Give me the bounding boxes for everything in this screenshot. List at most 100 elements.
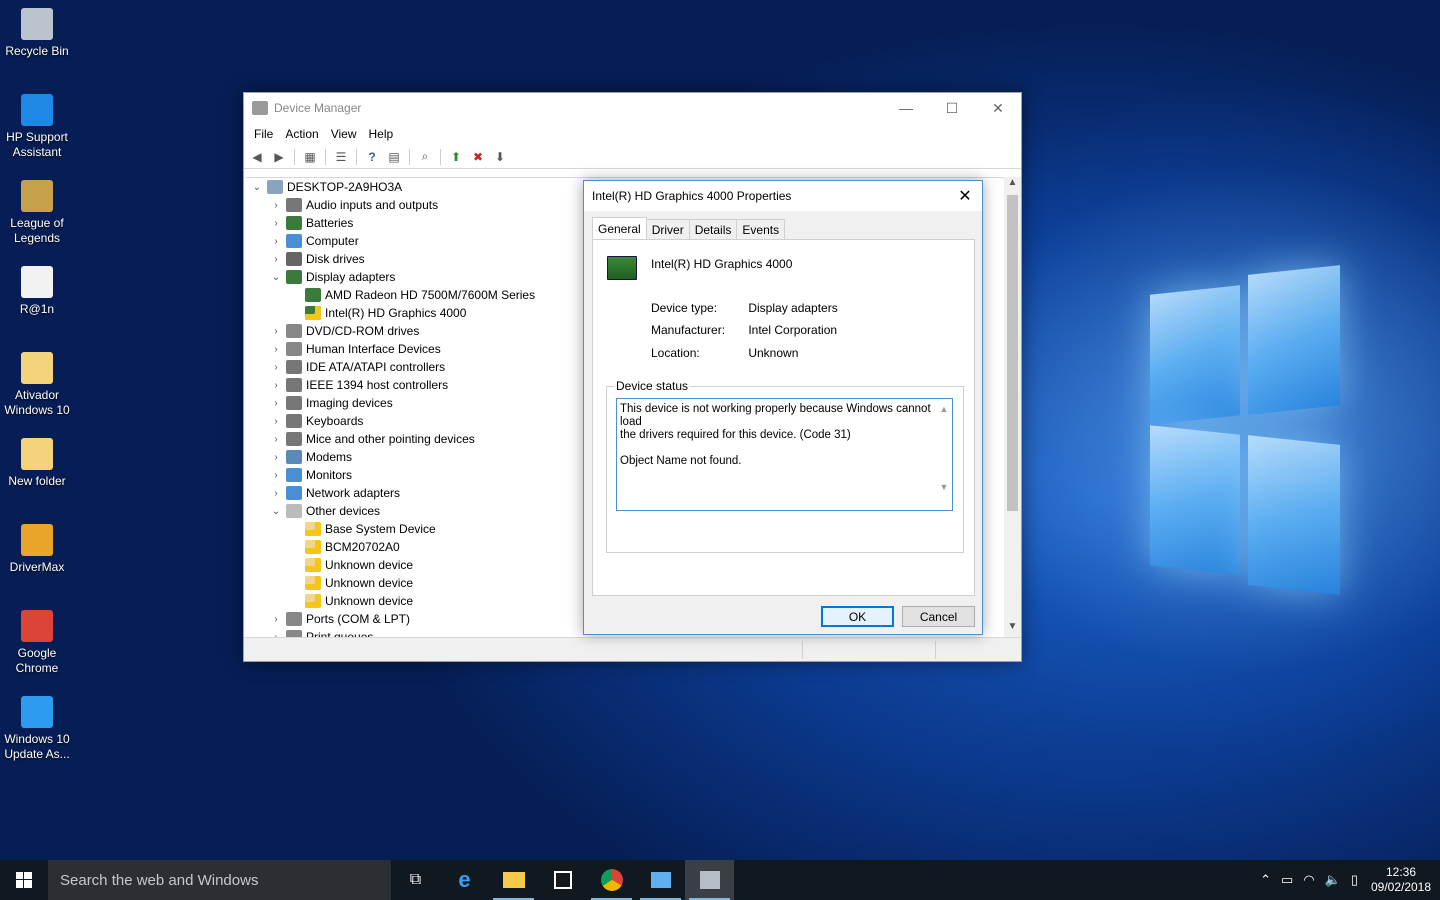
- chevron-down-icon[interactable]: ⌄: [250, 182, 264, 193]
- device-category-icon: [305, 288, 321, 302]
- desktop-shortcut-label: Recycle Bin: [5, 44, 69, 58]
- device-warning-icon: [305, 522, 321, 536]
- device-category-icon: [286, 198, 302, 212]
- chevron-down-icon[interactable]: ⌄: [269, 506, 283, 517]
- control-panel-taskbar-icon[interactable]: [636, 860, 685, 900]
- chrome-taskbar-icon[interactable]: [587, 860, 636, 900]
- update-driver-icon[interactable]: ⬆: [447, 149, 465, 165]
- help-icon[interactable]: ?: [363, 149, 381, 165]
- dialog-titlebar[interactable]: Intel(R) HD Graphics 4000 Properties ✕: [584, 181, 982, 211]
- desktop-shortcut[interactable]: New folder: [0, 438, 74, 489]
- scroll-up-icon[interactable]: ▲: [1004, 177, 1021, 193]
- back-arrow-icon[interactable]: ◀: [248, 149, 266, 165]
- tree-item-label: Unknown device: [325, 576, 414, 590]
- windows-start-icon: [16, 872, 32, 888]
- device-type-row: Device type: Display adapters: [651, 301, 838, 315]
- tab-general[interactable]: General: [592, 217, 647, 240]
- dialog-close-button[interactable]: ✕: [948, 186, 982, 206]
- text-file-icon: [21, 266, 53, 298]
- desktop-shortcut-label: HP Support: [6, 130, 68, 144]
- general-tab-panel: Intel(R) HD Graphics 4000 Device type: D…: [592, 239, 975, 596]
- tree-item-label: Network adapters: [306, 486, 401, 500]
- desktop-shortcut[interactable]: Google Chrome: [0, 610, 74, 676]
- desktop-shortcut[interactable]: HP Support Assistant: [0, 94, 74, 160]
- properties-icon[interactable]: ☰: [332, 149, 350, 165]
- maximize-button[interactable]: ☐: [929, 93, 975, 123]
- location-value: Unknown: [748, 346, 799, 360]
- tab-details[interactable]: Details: [688, 219, 738, 240]
- menu-help[interactable]: Help: [363, 127, 400, 141]
- chevron-right-icon[interactable]: ›: [269, 326, 283, 337]
- status-scrollbar[interactable]: ▲ ▼: [939, 403, 949, 506]
- device-status-textbox[interactable]: This device is not working properly beca…: [616, 398, 953, 511]
- tree-item-label: Imaging devices: [306, 396, 393, 410]
- desktop-shortcut[interactable]: Ativador Windows 10: [0, 352, 74, 418]
- desktop-shortcut-label-line2: Chrome: [15, 661, 59, 675]
- chevron-right-icon[interactable]: ›: [269, 614, 283, 625]
- show-hide-console-tree-icon[interactable]: ▦: [301, 149, 319, 165]
- manufacturer-value: Intel Corporation: [748, 323, 838, 337]
- action-center-icon[interactable]: ▯: [1351, 872, 1358, 888]
- desktop-shortcut-label-line2: Update As...: [4, 747, 70, 761]
- store-taskbar-icon[interactable]: [538, 860, 587, 900]
- desktop-shortcut[interactable]: League of Legends: [0, 180, 74, 246]
- desktop-shortcut[interactable]: R@1n: [0, 266, 74, 317]
- chevron-right-icon[interactable]: ›: [269, 362, 283, 373]
- taskbar-search-box[interactable]: Search the web and Windows: [48, 860, 391, 900]
- tree-item-label: Print queues: [306, 630, 374, 637]
- forward-arrow-icon[interactable]: ▶: [270, 149, 288, 165]
- menu-view[interactable]: View: [325, 127, 363, 141]
- task-view-button[interactable]: ⧉: [391, 860, 440, 900]
- scan-hardware-icon[interactable]: ⌕: [416, 149, 434, 165]
- window-title: Device Manager: [274, 101, 362, 115]
- tree-item-label: DVD/CD-ROM drives: [306, 324, 420, 338]
- chevron-right-icon[interactable]: ›: [269, 236, 283, 247]
- enable-device-icon[interactable]: ⬇: [491, 149, 509, 165]
- scroll-thumb[interactable]: [1007, 195, 1018, 511]
- chevron-right-icon[interactable]: ›: [269, 452, 283, 463]
- desktop-shortcut[interactable]: DriverMax: [0, 524, 74, 575]
- chevron-right-icon[interactable]: ›: [269, 398, 283, 409]
- chevron-right-icon[interactable]: ›: [269, 218, 283, 229]
- desktop-shortcut-label: Windows 10: [4, 732, 70, 746]
- action-pane-icon[interactable]: ▤: [385, 149, 403, 165]
- uninstall-device-icon[interactable]: ✖: [469, 149, 487, 165]
- menu-action[interactable]: Action: [279, 127, 324, 141]
- tree-scrollbar[interactable]: ▲ ▼: [1004, 177, 1021, 637]
- start-button[interactable]: [0, 860, 48, 900]
- desktop-shortcut[interactable]: Windows 10 Update As...: [0, 696, 74, 762]
- status-bar: [244, 637, 1021, 661]
- menu-file[interactable]: File: [248, 127, 279, 141]
- tree-item-label: Monitors: [306, 468, 353, 482]
- chevron-right-icon[interactable]: ›: [269, 380, 283, 391]
- ok-button[interactable]: OK: [821, 606, 894, 627]
- chevron-right-icon[interactable]: ›: [269, 470, 283, 481]
- tree-item-label: Base System Device: [325, 522, 436, 536]
- chevron-right-icon[interactable]: ›: [269, 254, 283, 265]
- cancel-button[interactable]: Cancel: [902, 606, 975, 627]
- chevron-down-icon[interactable]: ⌄: [269, 272, 283, 283]
- file-explorer-taskbar-icon[interactable]: [489, 860, 538, 900]
- close-button[interactable]: ✕: [975, 93, 1021, 123]
- chevron-right-icon[interactable]: ›: [269, 434, 283, 445]
- tree-item-label: Audio inputs and outputs: [306, 198, 439, 212]
- clock[interactable]: 12:36 09/02/2018: [1368, 865, 1434, 895]
- scroll-down-icon[interactable]: ▼: [1004, 621, 1021, 637]
- device-manager-titlebar[interactable]: Device Manager — ☐ ✕: [244, 93, 1021, 123]
- chevron-right-icon[interactable]: ›: [269, 344, 283, 355]
- tab-events[interactable]: Events: [736, 219, 786, 240]
- edge-taskbar-icon[interactable]: e: [440, 860, 489, 900]
- device-manager-taskbar-icon[interactable]: [685, 860, 734, 900]
- show-hidden-icons-icon[interactable]: ⌃: [1260, 872, 1271, 888]
- device-category-icon: [286, 216, 302, 230]
- tab-driver[interactable]: Driver: [645, 219, 690, 240]
- battery-icon[interactable]: ▭: [1281, 872, 1293, 888]
- search-placeholder: Search the web and Windows: [60, 871, 259, 889]
- chevron-right-icon[interactable]: ›: [269, 488, 283, 499]
- chevron-right-icon[interactable]: ›: [269, 200, 283, 211]
- chevron-right-icon[interactable]: ›: [269, 416, 283, 427]
- volume-icon[interactable]: 🔈: [1325, 872, 1341, 888]
- wifi-icon[interactable]: ◠: [1303, 872, 1314, 888]
- desktop-shortcut[interactable]: Recycle Bin: [0, 8, 74, 59]
- minimize-button[interactable]: —: [883, 93, 929, 123]
